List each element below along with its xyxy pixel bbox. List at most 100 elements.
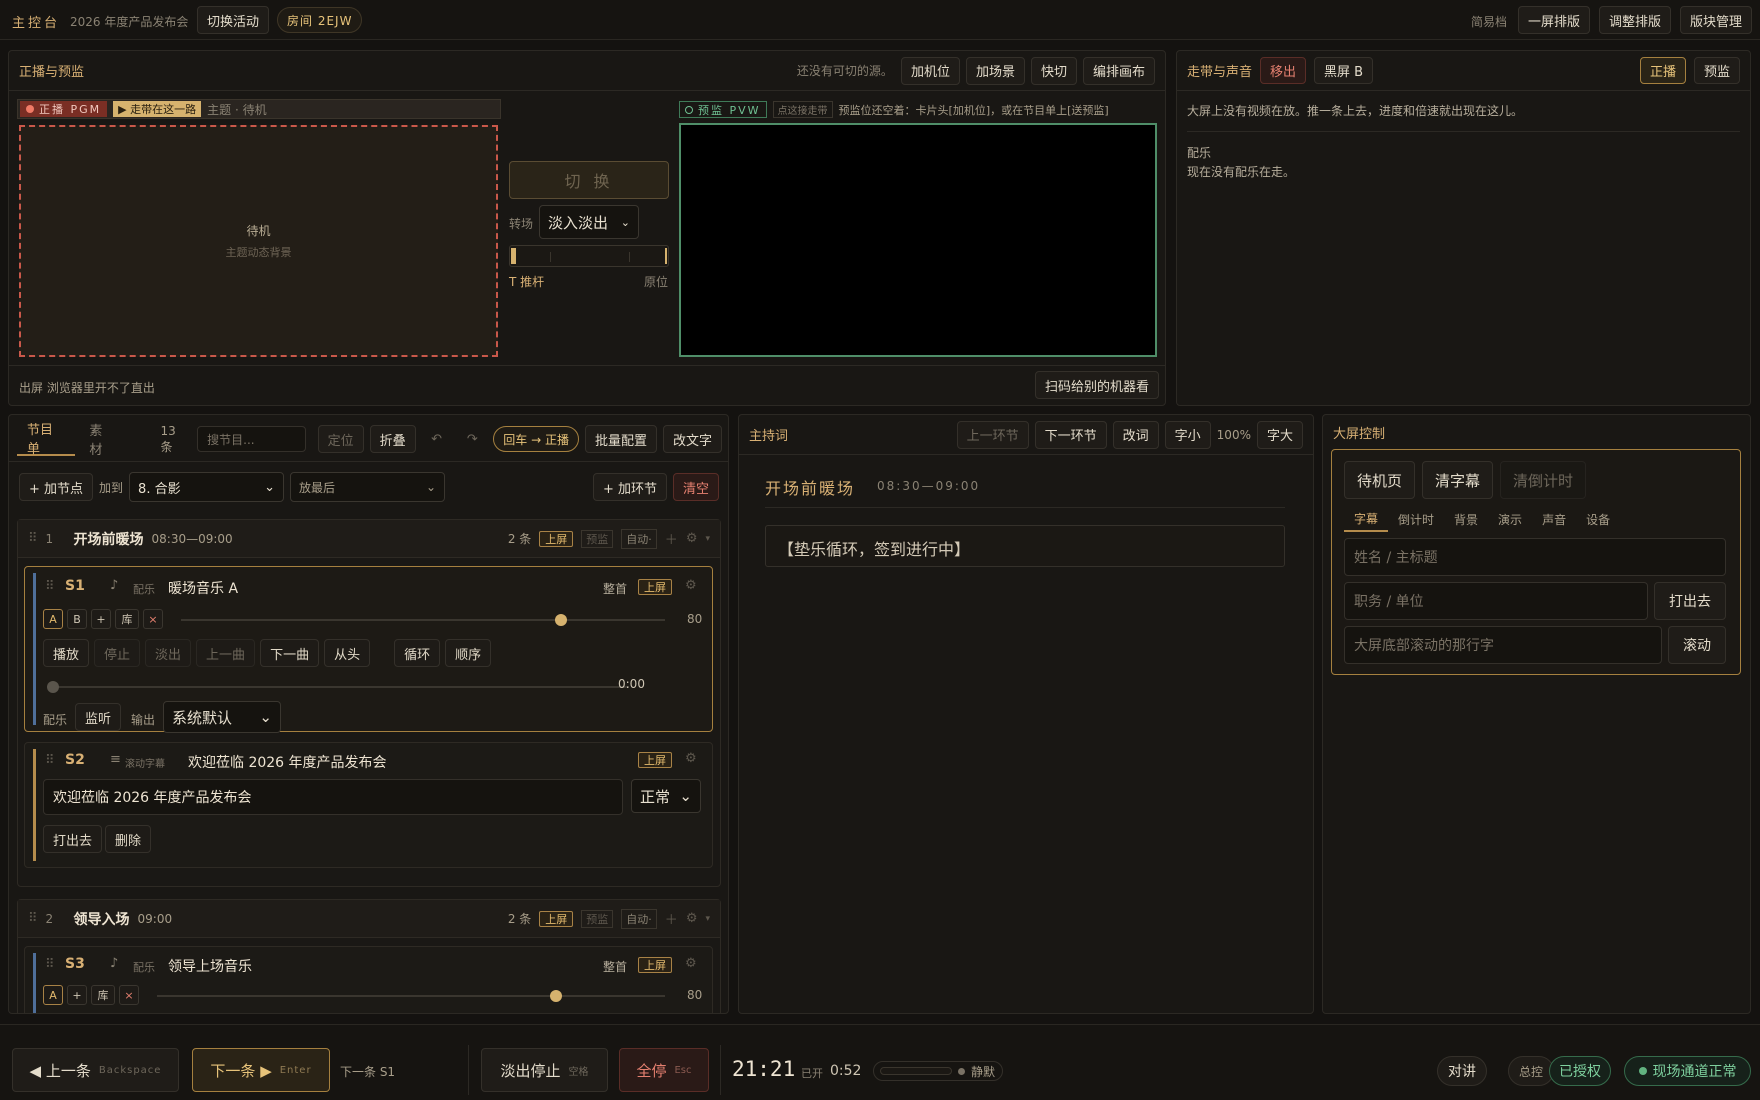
chip-b[interactable]: B xyxy=(67,609,87,629)
section-up-tag[interactable]: 上屏 xyxy=(539,910,574,927)
gear-icon[interactable]: ⚙ xyxy=(685,751,697,766)
drag-handle-icon[interactable]: ⠿ xyxy=(45,579,55,594)
tab-subtitle[interactable]: 字幕 xyxy=(1344,506,1389,532)
clear-button[interactable]: 清空 xyxy=(672,473,719,501)
gear-icon[interactable]: ⚙ xyxy=(685,578,697,593)
volume-knob[interactable] xyxy=(555,614,567,626)
tab-assets[interactable]: 素材 xyxy=(81,420,123,458)
room-badge[interactable]: 房间 2EJW xyxy=(277,7,363,33)
monitor-button[interactable]: 监听 xyxy=(75,703,122,731)
section-up-tag[interactable]: 上屏 xyxy=(539,530,574,547)
order-button[interactable]: 顺序 xyxy=(445,639,492,667)
send-ticker-button[interactable]: 打出去 xyxy=(43,825,103,853)
preview-toggle[interactable]: 预监 xyxy=(1693,57,1740,84)
tab-device[interactable]: 设备 xyxy=(1576,506,1620,532)
standby-page-button[interactable]: 待机页 xyxy=(1344,461,1416,499)
item-card-s1[interactable]: ⠿ S1 ♪ 配乐 暖场音乐 A 整首 上屏 ⚙ A B + 库 × 80 播放… xyxy=(24,566,713,733)
next-item-button[interactable]: 下一条 ▶ Enter xyxy=(192,1048,330,1092)
edit-text-button[interactable]: 改文字 xyxy=(662,425,722,453)
whole-song-label[interactable]: 整首 xyxy=(603,958,627,975)
chip-remove[interactable]: × xyxy=(143,609,163,629)
live-toggle[interactable]: 正播 xyxy=(1639,57,1686,84)
clear-subtitle-button[interactable]: 清字幕 xyxy=(1422,461,1494,499)
chip-remove[interactable]: × xyxy=(119,985,139,1005)
move-out-button[interactable]: 移出 xyxy=(1260,57,1307,84)
switch-event-button[interactable]: 切换活动 xyxy=(197,6,270,34)
adjust-layout-button[interactable]: 调整排版 xyxy=(1599,6,1672,34)
caret-icon[interactable]: ▾ xyxy=(705,914,710,924)
cut-button[interactable]: 切 换 xyxy=(509,161,669,199)
tab-background[interactable]: 背景 xyxy=(1444,506,1488,532)
channel-status-badge[interactable]: 现场通道正常 xyxy=(1624,1056,1751,1086)
add-icon[interactable]: ＋ xyxy=(665,529,678,548)
volume-knob[interactable] xyxy=(550,990,562,1002)
fold-button[interactable]: 折叠 xyxy=(369,425,416,453)
simple-mode-link[interactable]: 简易档 xyxy=(1471,13,1507,30)
gear-icon[interactable]: ⚙ xyxy=(685,956,697,971)
add-camera-button[interactable]: 加机位 xyxy=(900,56,960,85)
play-button[interactable]: 播放 xyxy=(43,639,90,667)
pvw-monitor[interactable] xyxy=(679,123,1157,357)
drag-handle-icon[interactable]: ⠿ xyxy=(45,753,55,768)
font-bigger-button[interactable]: 字大 xyxy=(1256,420,1303,449)
ticker-input[interactable]: 大屏底部滚动的那行字 xyxy=(1344,626,1662,664)
loop-button[interactable]: 循环 xyxy=(394,639,441,667)
scan-qr-button[interactable]: 扫码给别的机器看 xyxy=(1035,371,1160,399)
fade-stop-button[interactable]: 淡出停止 空格 xyxy=(481,1048,608,1092)
name-title-input[interactable]: 姓名 / 主标题 xyxy=(1344,538,1726,576)
undo-icon[interactable]: ↶ xyxy=(422,425,452,453)
scroll-ticker-button[interactable]: 滚动 xyxy=(1668,626,1726,664)
locate-button[interactable]: 定位 xyxy=(317,425,364,453)
t-bar[interactable] xyxy=(509,245,669,267)
send-subtitle-button[interactable]: 打出去 xyxy=(1654,582,1726,620)
prev-section-button[interactable]: 上一环节 xyxy=(956,420,1029,449)
tab-presentation[interactable]: 演示 xyxy=(1488,506,1532,532)
item-up-tag[interactable]: 上屏 xyxy=(638,579,672,595)
back-to-live-button[interactable]: 回车 → 正播 xyxy=(493,426,579,452)
stop-button[interactable]: 停止 xyxy=(94,639,141,667)
next-section-button[interactable]: 下一环节 xyxy=(1034,420,1107,449)
ticker-text-input[interactable]: 欢迎莅临 2026 年度产品发布会 xyxy=(43,779,623,815)
transition-select[interactable]: 淡入淡出 ⌄ xyxy=(539,205,639,239)
next-track-button[interactable]: 下一曲 xyxy=(260,639,320,667)
fade-button[interactable]: 淡出 xyxy=(145,639,192,667)
prev-item-button[interactable]: ◀ 上一条 Backspace xyxy=(12,1048,179,1092)
tab-rundown[interactable]: 节目单 xyxy=(17,422,76,457)
whole-song-label[interactable]: 整首 xyxy=(603,580,627,597)
item-up-tag[interactable]: 上屏 xyxy=(638,752,672,768)
pvw-walk-button[interactable]: 点这接走带 xyxy=(772,101,833,118)
item-card-s2[interactable]: ⠿ S2 ≡ 滚动字幕 欢迎莅临 2026 年度产品发布会 上屏 ⚙ 欢迎莅临 … xyxy=(24,742,713,868)
pgm-monitor[interactable]: 待机 主题动态背景 xyxy=(19,125,498,357)
clear-countdown-button[interactable]: 清倒计时 xyxy=(1500,461,1587,499)
delete-item-button[interactable]: 删除 xyxy=(105,825,152,853)
section-header[interactable]: ⠿ 2 领导入场 09:00 2 条 上屏 预监 自动· ＋ ⚙ ▾ xyxy=(18,900,720,938)
chip-a[interactable]: A xyxy=(43,985,63,1005)
chip-library[interactable]: 库 xyxy=(115,609,139,629)
volume-slider[interactable] xyxy=(181,614,665,626)
progress-slider[interactable] xyxy=(47,681,629,693)
output-device-select[interactable]: 系统默认 ⌄ xyxy=(163,701,281,733)
tab-countdown[interactable]: 倒计时 xyxy=(1388,506,1444,532)
section-header[interactable]: ⠿ 1 开场前暖场 08:30—09:00 2 条 上屏 预监 自动· ＋ ⚙ … xyxy=(18,520,720,558)
add-point-button[interactable]: + 加节点 xyxy=(19,473,94,501)
search-input[interactable]: 搜节目... xyxy=(197,426,306,452)
item-card-s3[interactable]: ⠿ S3 ♪ 配乐 领导上场音乐 整首 上屏 ⚙ A + 库 × 80 xyxy=(24,946,713,1013)
gear-icon[interactable]: ⚙ xyxy=(686,911,698,926)
tab-sound[interactable]: 声音 xyxy=(1532,506,1576,532)
black-screen-button[interactable]: 黑屏 B xyxy=(1314,57,1374,84)
redo-icon[interactable]: ↷ xyxy=(457,425,487,453)
position-org-input[interactable]: 职务 / 单位 xyxy=(1344,582,1648,620)
section-auto[interactable]: 自动· xyxy=(621,528,657,549)
all-stop-button[interactable]: 全停 Esc xyxy=(619,1048,709,1092)
batch-config-button[interactable]: 批量配置 xyxy=(584,425,657,453)
drag-handle-icon[interactable]: ⠿ xyxy=(28,531,38,546)
block-manage-button[interactable]: 版块管理 xyxy=(1680,6,1753,34)
chip-library[interactable]: 库 xyxy=(91,985,115,1005)
chip-plus[interactable]: + xyxy=(91,609,111,629)
one-screen-button[interactable]: 一屏排版 xyxy=(1518,6,1591,34)
progress-knob[interactable] xyxy=(47,681,59,693)
master-control-button[interactable]: 总控 xyxy=(1508,1056,1555,1086)
edit-script-button[interactable]: 改词 xyxy=(1112,420,1159,449)
add-section-button[interactable]: + 加环节 xyxy=(592,473,667,501)
add-scene-button[interactable]: 加场景 xyxy=(965,56,1025,85)
